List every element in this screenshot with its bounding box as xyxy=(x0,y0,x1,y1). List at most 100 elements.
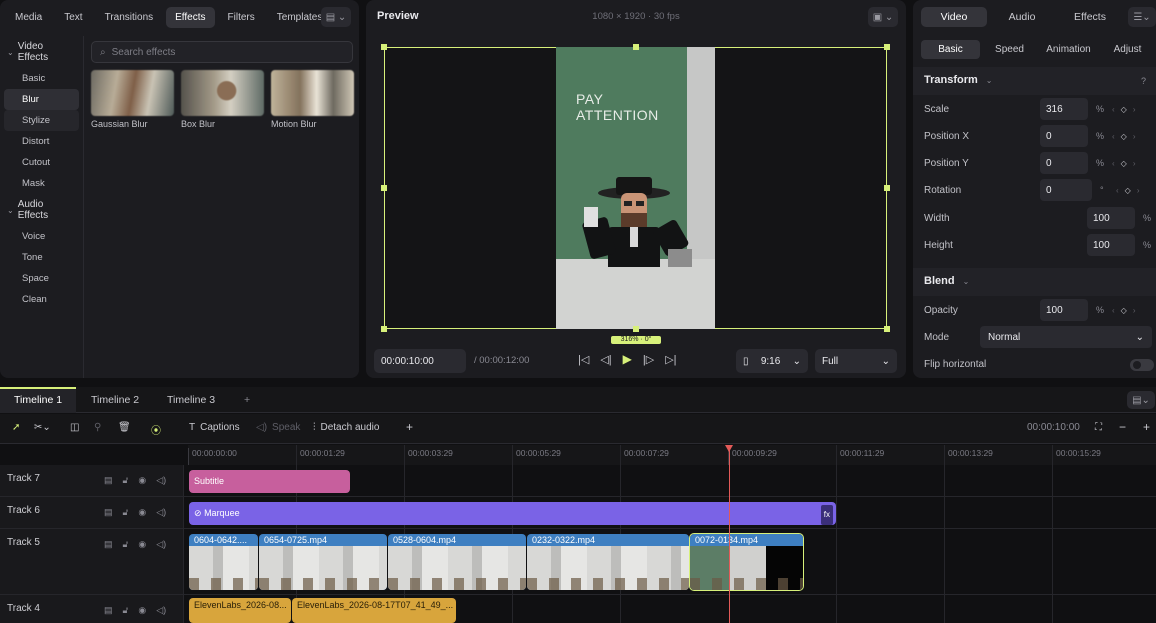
track-settings-icon[interactable]: ▤ xyxy=(104,539,113,550)
snapshot-button[interactable]: ▣ ⌄ xyxy=(868,7,898,27)
captions-button[interactable]: T Captions xyxy=(189,422,240,433)
current-time-field[interactable]: 00:00:10:00 xyxy=(374,349,466,373)
rotation-input[interactable]: 0 xyxy=(1040,179,1092,201)
tab-effects[interactable]: Effects xyxy=(166,6,215,28)
track-settings-icon[interactable]: ▤ xyxy=(104,475,113,486)
category-blur[interactable]: Blur xyxy=(4,89,79,110)
effect-box-blur[interactable]: Box Blur xyxy=(181,70,264,129)
skip-end-icon[interactable]: ▷| xyxy=(665,353,676,366)
category-basic[interactable]: Basic xyxy=(4,68,79,89)
zoom-in-button[interactable]: + xyxy=(1143,420,1150,434)
resize-handle-bc[interactable] xyxy=(633,326,639,332)
position-y-input[interactable]: 0 xyxy=(1040,152,1088,174)
eye-icon[interactable]: ◉ xyxy=(138,605,146,616)
resize-handle-tr[interactable] xyxy=(884,44,890,50)
tab-effects-inspector[interactable]: Effects xyxy=(1057,7,1123,27)
eye-icon[interactable]: ◉ xyxy=(138,507,146,518)
subtitle-clip[interactable]: Subtitle xyxy=(189,470,350,493)
video-clip[interactable]: 0232-0322.mp4 xyxy=(527,534,689,590)
magnet-snap-icon[interactable]: ⦿ xyxy=(151,422,161,437)
volume-icon[interactable]: ◁) xyxy=(156,507,166,518)
volume-icon[interactable]: ◁) xyxy=(156,539,166,550)
speak-button[interactable]: ◁) Speak xyxy=(256,422,300,433)
transform-header[interactable]: Transform ⌄ xyxy=(924,74,993,86)
category-distort[interactable]: Distort xyxy=(4,131,79,152)
lock-icon[interactable]: 🔓︎ xyxy=(123,539,129,550)
volume-icon[interactable]: ◁) xyxy=(156,475,166,486)
tab-video[interactable]: Video xyxy=(921,7,987,27)
subtab-basic[interactable]: Basic xyxy=(921,40,980,59)
category-clean[interactable]: Clean xyxy=(4,289,79,310)
search-effects-input[interactable]: ⌕ Search effects xyxy=(91,41,353,63)
tab-text[interactable]: Text xyxy=(55,7,91,28)
opacity-input[interactable]: 100 xyxy=(1040,299,1088,321)
video-clip-selected[interactable]: 0072-0134.mp4 xyxy=(689,533,804,591)
volume-icon[interactable]: ◁) xyxy=(156,605,166,616)
audio-clip[interactable]: ElevenLabs_2026-08-17T07_41_49_... xyxy=(292,598,456,623)
tab-timeline-2[interactable]: Timeline 2 xyxy=(77,387,153,413)
tab-audio[interactable]: Audio xyxy=(989,7,1055,27)
video-frame[interactable]: PAY ATTENTION xyxy=(556,47,715,329)
pin-icon[interactable]: ⚲ xyxy=(94,422,101,433)
add-track-button[interactable]: + xyxy=(406,420,413,434)
layout-toggle-button[interactable]: ▤ ⌄ xyxy=(321,7,351,27)
lock-icon[interactable]: 🔓︎ xyxy=(123,507,129,518)
category-tone[interactable]: Tone xyxy=(4,247,79,268)
video-effects-header[interactable]: ⌄ Video Effects xyxy=(0,36,83,68)
flip-horizontal-toggle[interactable] xyxy=(1130,359,1154,371)
timeline-layout-button[interactable]: ▤⌄ xyxy=(1127,391,1155,409)
delete-icon[interactable]: 🗑 xyxy=(118,422,131,433)
blend-mode-dropdown[interactable]: Normal ⌄ xyxy=(980,326,1152,348)
category-space[interactable]: Space xyxy=(4,268,79,289)
keyframe-controls[interactable]: ‹◇› xyxy=(1112,105,1142,114)
keyframe-controls[interactable]: ‹◇› xyxy=(1112,306,1142,315)
category-stylize[interactable]: Stylize xyxy=(4,110,79,131)
split-tool-icon[interactable]: ✂⌄ xyxy=(34,422,51,433)
playhead[interactable] xyxy=(725,445,733,623)
eye-icon[interactable]: ◉ xyxy=(138,539,146,550)
category-voice[interactable]: Voice xyxy=(4,226,79,247)
step-back-icon[interactable]: ◁| xyxy=(600,353,611,366)
scale-input[interactable]: 316 xyxy=(1040,98,1088,120)
category-mask[interactable]: Mask xyxy=(4,173,79,194)
track-settings-icon[interactable]: ▤ xyxy=(104,605,113,616)
resize-handle-tc[interactable] xyxy=(633,44,639,50)
split-clip-icon[interactable]: ◫ xyxy=(70,422,79,433)
video-clip[interactable]: 0604-0642.... xyxy=(189,534,258,590)
inspector-settings-button[interactable]: ☰⌄ xyxy=(1128,7,1156,27)
quality-dropdown[interactable]: Full ⌄ xyxy=(815,349,897,373)
keyframe-controls[interactable]: ‹◇› xyxy=(1116,186,1146,195)
subtab-speed[interactable]: Speed xyxy=(980,40,1039,59)
aspect-ratio-dropdown[interactable]: ▯ 9:16 ⌄ xyxy=(736,349,808,373)
fx-badge[interactable]: fx xyxy=(820,505,833,525)
help-icon[interactable]: ? xyxy=(1141,76,1146,86)
video-clip[interactable]: 0528-0604.mp4 xyxy=(388,534,526,590)
height-input[interactable]: 100 xyxy=(1087,234,1135,256)
audio-effects-header[interactable]: ⌄ Audio Effects xyxy=(0,194,83,226)
marquee-clip[interactable]: ⊘ Marquee fx xyxy=(189,502,836,525)
tab-filters[interactable]: Filters xyxy=(219,7,264,28)
resize-handle-bl[interactable] xyxy=(381,326,387,332)
resize-handle-tl[interactable] xyxy=(381,44,387,50)
position-x-input[interactable]: 0 xyxy=(1040,125,1088,147)
tab-timeline-3[interactable]: Timeline 3 xyxy=(153,387,229,413)
eye-icon[interactable]: ◉ xyxy=(138,475,146,486)
keyframe-controls[interactable]: ‹◇› xyxy=(1112,159,1142,168)
tab-transitions[interactable]: Transitions xyxy=(96,7,163,28)
tab-timeline-1[interactable]: Timeline 1 xyxy=(0,387,77,413)
category-cutout[interactable]: Cutout xyxy=(4,152,79,173)
video-clip[interactable]: 0654-0725.mp4 xyxy=(259,534,387,590)
tab-media[interactable]: Media xyxy=(6,7,51,28)
subtab-adjust[interactable]: Adjust xyxy=(1098,40,1156,59)
resize-handle-ml[interactable] xyxy=(381,185,387,191)
play-icon[interactable]: ▶ xyxy=(623,352,632,366)
fit-screen-icon[interactable]: ⛶ xyxy=(1095,422,1102,433)
add-timeline-button[interactable]: + xyxy=(230,387,264,413)
effect-motion-blur[interactable]: Motion Blur xyxy=(271,70,354,129)
detach-audio-button[interactable]: ⫶ Detach audio xyxy=(313,422,379,433)
subtab-animation[interactable]: Animation xyxy=(1039,40,1098,59)
step-forward-icon[interactable]: |▷ xyxy=(643,353,654,366)
zoom-out-button[interactable]: − xyxy=(1119,420,1126,434)
track-settings-icon[interactable]: ▤ xyxy=(104,507,113,518)
audio-clip[interactable]: ElevenLabs_2026-08... xyxy=(189,598,291,623)
